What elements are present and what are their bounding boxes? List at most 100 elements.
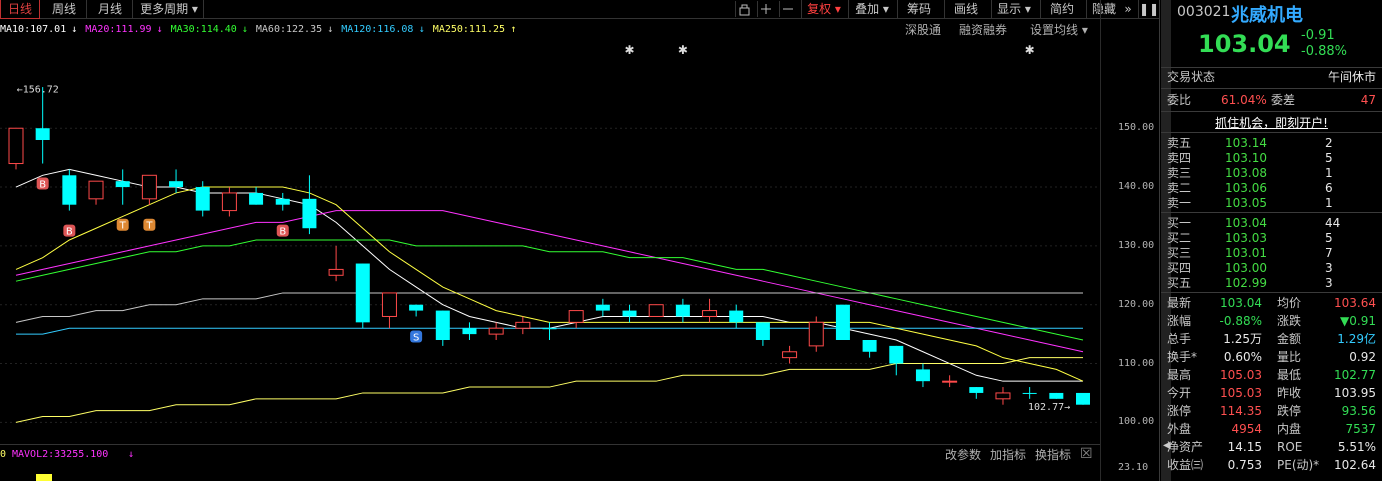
candle-body [995, 392, 1011, 400]
vol-legend-b: MAVOL2:33255.100 [12, 449, 109, 460]
stat-label: 最新 [1167, 296, 1192, 310]
asks-row[interactable]: 卖一 103.05 1 [1167, 196, 1376, 211]
set-ma-dropdown[interactable]: 设置均线 ▾ [1030, 22, 1088, 38]
chips-button[interactable]: 筹码 [897, 0, 940, 18]
asks-row[interactable]: 卖二 103.06 6 [1167, 181, 1376, 196]
stat-label: 跌停 [1277, 404, 1302, 418]
candle-body [141, 174, 157, 200]
divider [1161, 111, 1382, 112]
stock-name: 兆威机电 [1231, 5, 1303, 26]
bids-price: 103.01 [1225, 246, 1267, 260]
bids-row[interactable]: 买一 103.04 44 [1167, 216, 1376, 231]
draw-line-button[interactable]: 画线 [944, 0, 987, 18]
margin-trading-link[interactable]: 融资融券 [959, 22, 1007, 38]
zoom-out-icon[interactable] [779, 1, 796, 17]
bids-volume: 7 [1325, 246, 1333, 260]
tab-monthly[interactable]: 月线 [88, 0, 133, 18]
bids-row[interactable]: 买五 102.99 3 [1167, 276, 1376, 291]
tab-more-periods[interactable]: 更多周期 ▾ [135, 0, 204, 18]
add-indicator-link[interactable]: 加指标 [990, 447, 1026, 463]
ma-trend-arrow-icon: ↓ [156, 24, 163, 35]
candle-body [8, 127, 24, 165]
stat-label: 今开 [1167, 386, 1192, 400]
candle-body [675, 304, 690, 317]
vol-legend-a: 0 [0, 449, 7, 460]
divider [1161, 132, 1382, 133]
stats-row: 今开 105.03 昨收 103.95 [1167, 386, 1376, 401]
axis-column [1100, 0, 1161, 481]
asks-volume: 5 [1325, 151, 1333, 165]
stat-value: 4954 [1231, 422, 1262, 436]
display-dropdown[interactable]: 显示 ▾ [991, 0, 1036, 18]
stat-value: 105.03 [1220, 386, 1262, 400]
ma-line [15, 168, 1083, 382]
trade-state-label: 交易状态 [1167, 70, 1216, 84]
stats-row: 收益㈢ 0.753 PE(动)* 102.64 [1167, 458, 1376, 473]
candle-body [755, 322, 770, 340]
event-star-icon: ✱ [678, 43, 688, 57]
stat-value: 0.753 [1227, 458, 1262, 472]
asks-row[interactable]: 卖三 103.08 1 [1167, 166, 1376, 181]
candle-body [862, 340, 877, 352]
simple-button[interactable]: 简约 [1040, 0, 1083, 18]
trade-marker-label: B [279, 227, 286, 238]
ma-trend-arrow-icon: ↓ [327, 24, 334, 35]
bids-volume: 3 [1325, 276, 1333, 290]
ma-legend-item: MA20:111.99 [85, 24, 152, 35]
candle-body [62, 175, 77, 205]
asks-price: 103.14 [1225, 136, 1267, 150]
volume-bar [36, 474, 52, 481]
stat-label: PE(动)* [1277, 458, 1320, 472]
open-account-link[interactable]: 抓住机会，即刻开户! [1161, 114, 1382, 131]
asks-price: 103.05 [1225, 196, 1267, 210]
price-change: -0.91 [1301, 28, 1335, 43]
candle-body [302, 198, 317, 229]
tab-weekly[interactable]: 周线 [42, 0, 87, 18]
candle-body [889, 345, 904, 364]
candle-body [702, 310, 718, 317]
lock-icon[interactable] [735, 1, 752, 17]
stat-label: 总手 [1167, 332, 1192, 346]
low-price-label: 102.77→ [1028, 402, 1070, 413]
bids-row[interactable]: 买二 103.03 5 [1167, 231, 1376, 246]
asks-row[interactable]: 卖五 103.14 2 [1167, 136, 1376, 151]
candlestick-chart[interactable]: B B T T B S ✱ ✱ ✱ ←156.72 102.77→ [0, 40, 1100, 440]
stat-value: 93.56 [1341, 404, 1376, 418]
tab-daily[interactable]: 日线 [0, 0, 40, 19]
stats-row: 涨停 114.35 跌停 93.56 [1167, 404, 1376, 419]
candle-body [568, 310, 584, 323]
stat-label: 昨收 [1277, 386, 1302, 400]
ma-trend-arrow-icon: ↓ [241, 24, 248, 35]
stat-value: 102.64 [1334, 458, 1376, 472]
period-toolbar: 日线 周线 月线 更多周期 ▾ 复权 ▾ 叠加 ▾ 筹码 画线 显示 ▾ 简约 … [0, 0, 1160, 19]
ma-legend-item: MA60:122.35 [255, 24, 323, 35]
candle-body [409, 304, 424, 311]
last-price: 103.04 [1198, 30, 1291, 58]
stat-label: 涨幅 [1167, 314, 1192, 328]
bids-volume: 3 [1325, 261, 1333, 275]
ma-legend-item: MA250:111.25 [432, 24, 506, 35]
stat-label: 内盘 [1277, 422, 1302, 436]
asks-row[interactable]: 卖四 103.10 5 [1167, 151, 1376, 166]
trade-marker-label: B [39, 180, 46, 191]
switch-indicator-link[interactable]: 换指标 [1035, 447, 1071, 463]
asks-volume: 2 [1325, 136, 1333, 150]
stat-value: 103.95 [1334, 386, 1376, 400]
stat-label: 换手* [1167, 350, 1198, 364]
stat-label: 收益㈢ [1167, 458, 1204, 472]
stat-value: 7537 [1345, 422, 1376, 436]
bids-row[interactable]: 买四 103.00 3 [1167, 261, 1376, 276]
restore-rights-dropdown[interactable]: 复权 ▾ [801, 0, 846, 18]
close-icon[interactable]: ☒ [1080, 446, 1093, 462]
candle-body [915, 369, 930, 382]
edit-params-link[interactable]: 改参数 [945, 447, 981, 463]
zoom-in-icon[interactable] [757, 1, 774, 17]
asks-price: 103.06 [1225, 181, 1267, 195]
bids-label: 买五 [1167, 276, 1192, 290]
divider [1161, 292, 1382, 293]
trade-marker-label: S [413, 332, 419, 343]
bids-row[interactable]: 买三 103.01 7 [1167, 246, 1376, 261]
candle-body [275, 198, 290, 205]
overlay-dropdown[interactable]: 叠加 ▾ [848, 0, 895, 18]
shengutong-link[interactable]: 深股通 [905, 22, 941, 38]
